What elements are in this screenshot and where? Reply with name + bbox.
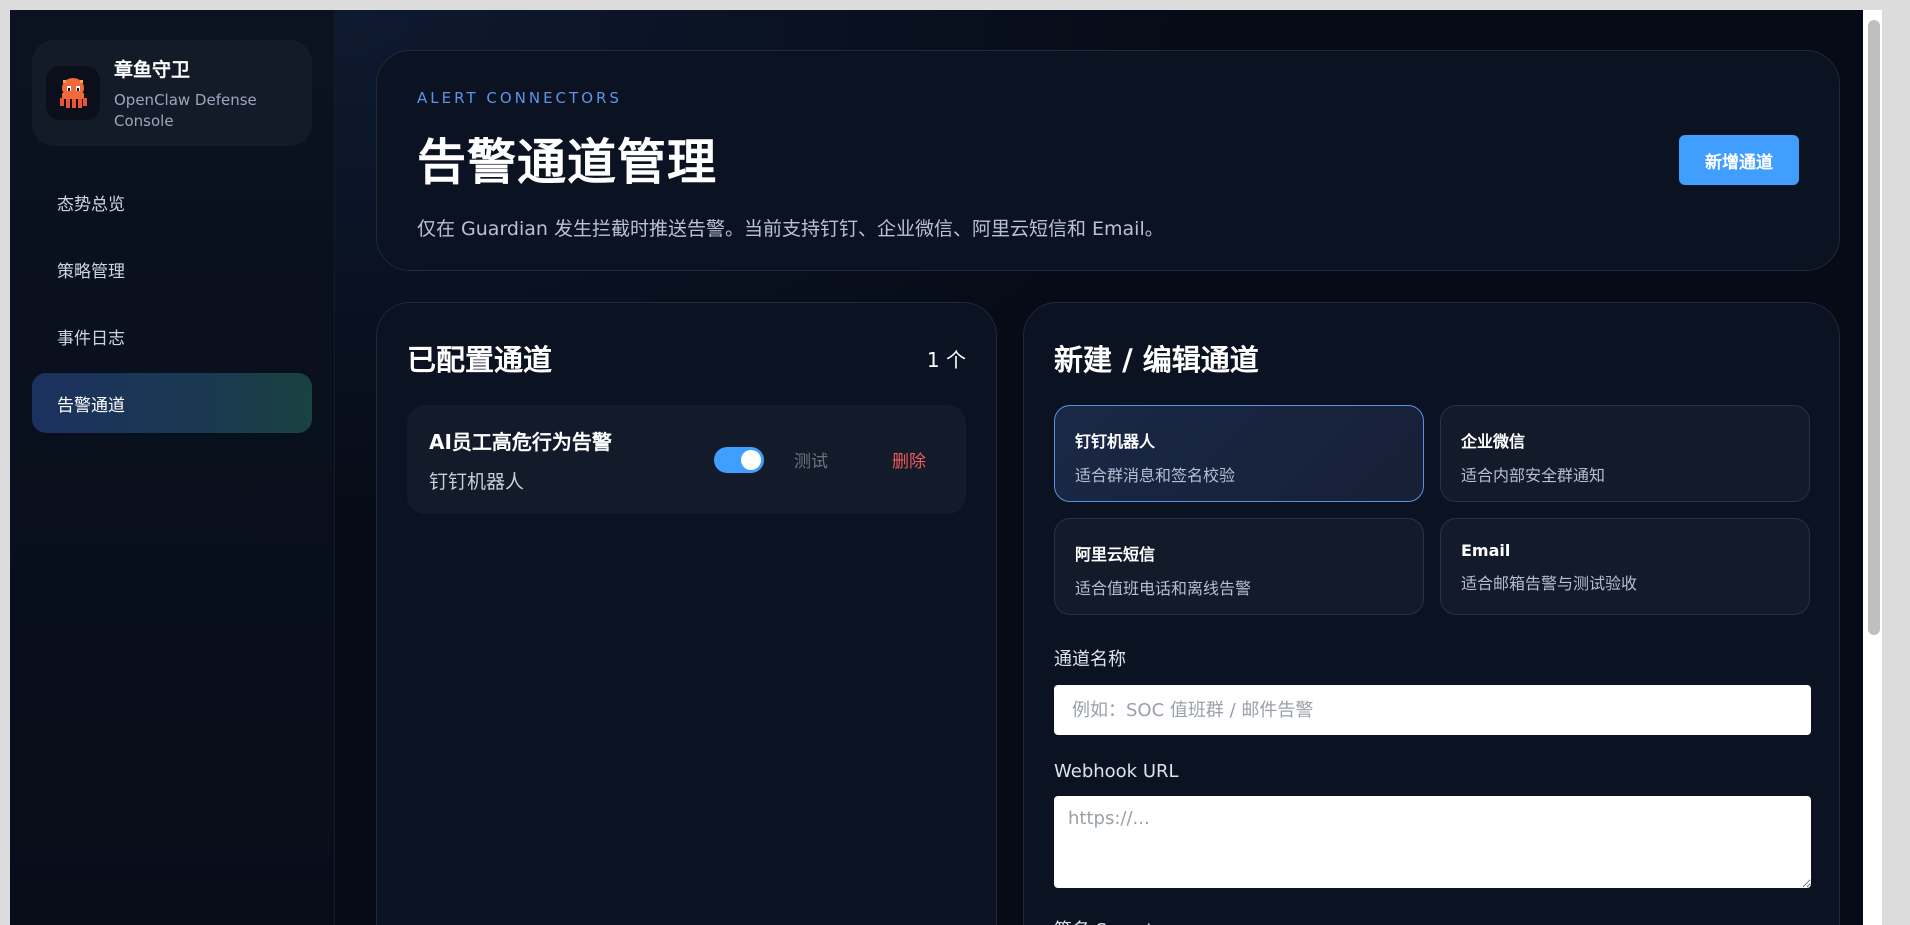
type-option-name: 阿里云短信 [1075,545,1156,564]
type-option-desc: 适合值班电话和离线告警 [1075,579,1252,598]
type-option-name: 钉钉机器人 [1075,432,1156,451]
type-option-desc: 适合内部安全群通知 [1461,466,1606,485]
sidebar-item-label: 告警通道 [57,395,125,416]
sidebar-item-event-log[interactable]: 事件日志 [32,306,312,366]
type-option-email[interactable]: Email 适合邮箱告警与测试验收 [1440,518,1810,615]
sidebar-item-policies[interactable]: 策略管理 [32,239,312,299]
page-description: 仅在 Guardian 发生拦截时推送告警。当前支持钉钉、企业微信、阿里云短信和… [417,218,1164,240]
type-option-name: 企业微信 [1461,432,1526,451]
channel-name-input[interactable] [1054,685,1811,735]
channel-name: AI员工高危行为告警 [429,429,612,454]
hero-card: ALERT CONNECTORS 告警通道管理 仅在 Guardian 发生拦截… [376,50,1840,271]
channel-enable-toggle[interactable] [714,446,764,473]
app-window: 章鱼守卫 OpenClaw Defense Console 态势总览 策略管理 … [10,10,1882,925]
channel-type: 钉钉机器人 [429,470,525,493]
sidebar-nav: 态势总览 策略管理 事件日志 告警通道 [32,172,312,433]
brand-card: 章鱼守卫 OpenClaw Defense Console [32,40,312,146]
delete-channel-button[interactable]: 删除 [892,447,926,472]
page-scrollbar[interactable] [1863,10,1882,925]
type-option-desc: 适合群消息和签名校验 [1075,466,1236,485]
main-content: ALERT CONNECTORS 告警通道管理 仅在 Guardian 发生拦截… [335,10,1882,925]
channel-name-label: 通道名称 [1054,649,1126,670]
toggle-knob [741,449,761,470]
secret-label: 签名 Secret [1054,916,1809,925]
hero-eyebrow: ALERT CONNECTORS [417,89,622,107]
sidebar-item-overview[interactable]: 态势总览 [32,172,312,232]
panels: 已配置通道 1 个 AI员工高危行为告警 钉钉机器人 测试 删除 新建 / 编辑… [376,302,1840,925]
type-option-name: Email [1461,541,1511,560]
brand-title: 章鱼守卫 [114,58,191,81]
channel-editor-panel: 新建 / 编辑通道 钉钉机器人 适合群消息和签名校验 企业微信 适合内部安全群通… [1023,302,1840,925]
configured-channels-title: 已配置通道 [407,343,553,377]
add-channel-button[interactable]: 新增通道 [1679,135,1799,185]
type-option-wecom[interactable]: 企业微信 适合内部安全群通知 [1440,405,1810,502]
sidebar-item-alert-channels[interactable]: 告警通道 [32,373,312,433]
scrollbar-thumb[interactable] [1868,20,1880,635]
channel-type-grid: 钉钉机器人 适合群消息和签名校验 企业微信 适合内部安全群通知 阿里云短信 适合… [1054,405,1810,615]
channel-count: 1 个 [926,347,966,372]
test-channel-button[interactable]: 测试 [794,447,828,472]
type-option-desc: 适合邮箱告警与测试验收 [1461,574,1638,593]
sidebar: 章鱼守卫 OpenClaw Defense Console 态势总览 策略管理 … [10,10,335,925]
page-title: 告警通道管理 [417,134,718,191]
channel-card: AI员工高危行为告警 钉钉机器人 测试 删除 [407,405,966,514]
sidebar-item-label: 策略管理 [57,261,125,282]
webhook-url-input[interactable] [1054,796,1811,888]
brand-subtitle: OpenClaw Defense Console [114,90,257,130]
type-option-aliyun-sms[interactable]: 阿里云短信 适合值班电话和离线告警 [1054,518,1424,615]
editor-title: 新建 / 编辑通道 [1054,343,1259,377]
webhook-url-label: Webhook URL [1054,761,1179,782]
octopus-icon [46,66,100,120]
sidebar-item-label: 态势总览 [57,194,125,215]
sidebar-item-label: 事件日志 [57,328,125,349]
type-option-dingtalk[interactable]: 钉钉机器人 适合群消息和签名校验 [1054,405,1424,502]
configured-channels-panel: 已配置通道 1 个 AI员工高危行为告警 钉钉机器人 测试 删除 [376,302,997,925]
